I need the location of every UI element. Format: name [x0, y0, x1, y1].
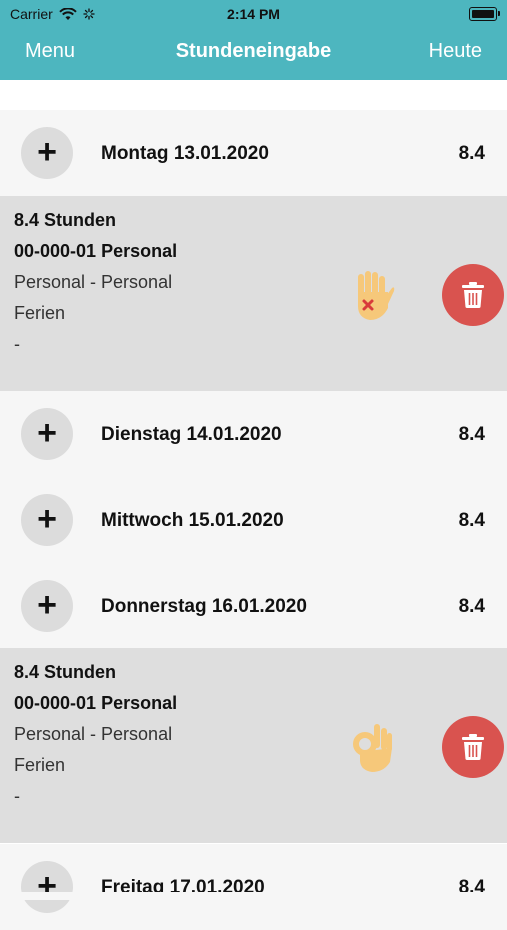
day-label: Mittwoch 15.01.2020: [101, 510, 284, 531]
time-entry[interactable]: 8.4 Stunden 00-000-01 Personal Personal …: [0, 196, 507, 391]
plus-icon: +: [37, 585, 57, 624]
today-button[interactable]: Heute: [429, 40, 482, 63]
entry-hours: 8.4 Stunden: [14, 210, 117, 230]
add-entry-button[interactable]: +: [21, 408, 73, 460]
day-row[interactable]: + Donnerstag 16.01.2020 8.4: [0, 563, 507, 649]
entry-project: 00-000-01 Personal: [14, 241, 178, 261]
add-entry-button[interactable]: +: [21, 494, 73, 546]
day-label: Dienstag 14.01.2020: [101, 424, 282, 445]
day-row[interactable]: + Freitag 17.01.2020 8.4: [0, 844, 507, 930]
hand-stop-icon: [358, 271, 395, 320]
plus-icon: +: [37, 132, 57, 171]
entry-type: Ferien: [14, 755, 66, 775]
entry-task: Personal - Personal: [14, 272, 173, 292]
time-entry[interactable]: 8.4 Stunden 00-000-01 Personal Personal …: [0, 648, 507, 843]
status-time: 2:14 PM: [227, 6, 280, 22]
trash-icon: [462, 734, 484, 760]
navigation-bar: Menu Stundeneingabe Heute: [0, 28, 507, 80]
day-row[interactable]: + Mittwoch 15.01.2020 8.4: [0, 477, 507, 563]
day-hours: 8.4: [458, 424, 485, 445]
plus-icon: +: [37, 499, 57, 538]
delete-button[interactable]: [442, 716, 504, 778]
delete-button[interactable]: [442, 264, 504, 326]
day-row[interactable]: + Dienstag 14.01.2020 8.4: [0, 391, 507, 477]
bottom-edge: [0, 892, 507, 900]
ok-hand-icon: [353, 724, 392, 772]
day-hours: 8.4: [458, 143, 485, 164]
entry-hours: 8.4 Stunden: [14, 662, 117, 682]
entry-task: Personal - Personal: [14, 724, 173, 744]
status-bar: Carrier 2:14 PM: [0, 0, 507, 28]
entry-comment: -: [14, 334, 20, 354]
day-label: Montag 13.01.2020: [101, 143, 269, 164]
day-hours: 8.4: [458, 596, 485, 617]
trash-icon: [462, 282, 484, 308]
day-hours: 8.4: [458, 510, 485, 531]
entry-project: 00-000-01 Personal: [14, 693, 178, 713]
plus-icon: +: [37, 413, 57, 452]
add-entry-button[interactable]: +: [21, 580, 73, 632]
add-entry-button[interactable]: +: [21, 861, 73, 913]
day-row[interactable]: + Montag 13.01.2020 8.4: [0, 110, 507, 196]
add-entry-button[interactable]: +: [21, 127, 73, 179]
day-label: Donnerstag 16.01.2020: [101, 596, 307, 617]
entry-comment: -: [14, 786, 20, 806]
entry-type: Ferien: [14, 303, 66, 323]
battery-icon: [469, 7, 500, 21]
